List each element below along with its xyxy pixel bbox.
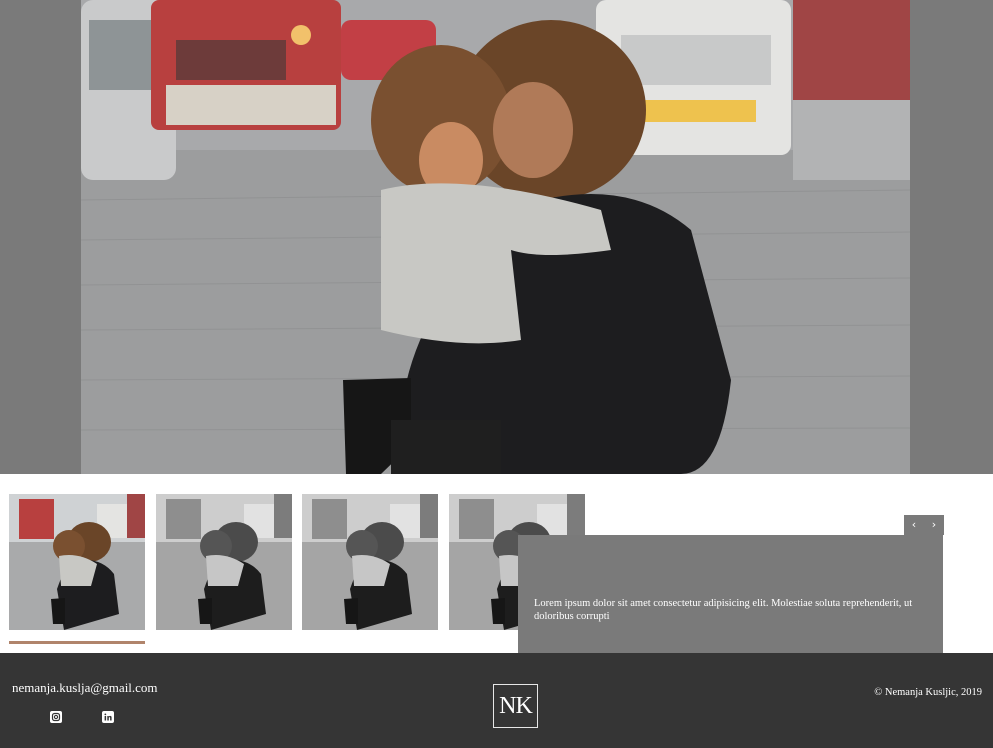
slider-controls: ‹ › [904,515,944,535]
linkedin-icon[interactable] [102,711,114,723]
copyright-text: © Nemanja Kusljic, 2019 [874,687,982,698]
caption-panel: Lorem ipsum dolor sit amet consectetur a… [518,535,943,653]
hero-image [81,0,910,474]
thumbnail-image [156,494,292,630]
thumbnail-1[interactable] [9,494,145,630]
instagram-icon[interactable] [50,711,62,723]
thumbnail-image [302,494,438,630]
hero-section [0,0,993,474]
caption-text: Lorem ipsum dolor sit amet consectetur a… [534,598,913,622]
email-link[interactable]: nemanja.kuslja@gmail.com [12,680,158,696]
site-logo[interactable]: NK [493,684,538,728]
thumbnail-image [9,494,145,630]
footer: nemanja.kuslja@gmail.com NK © Nemanja Ku… [0,653,993,748]
thumbnail-2[interactable] [156,494,292,630]
active-thumbnail-indicator [9,641,145,644]
prev-slide-button[interactable]: ‹ [904,515,924,535]
thumbnail-3[interactable] [302,494,438,630]
next-slide-button[interactable]: › [924,515,944,535]
hero-photo [81,0,910,474]
